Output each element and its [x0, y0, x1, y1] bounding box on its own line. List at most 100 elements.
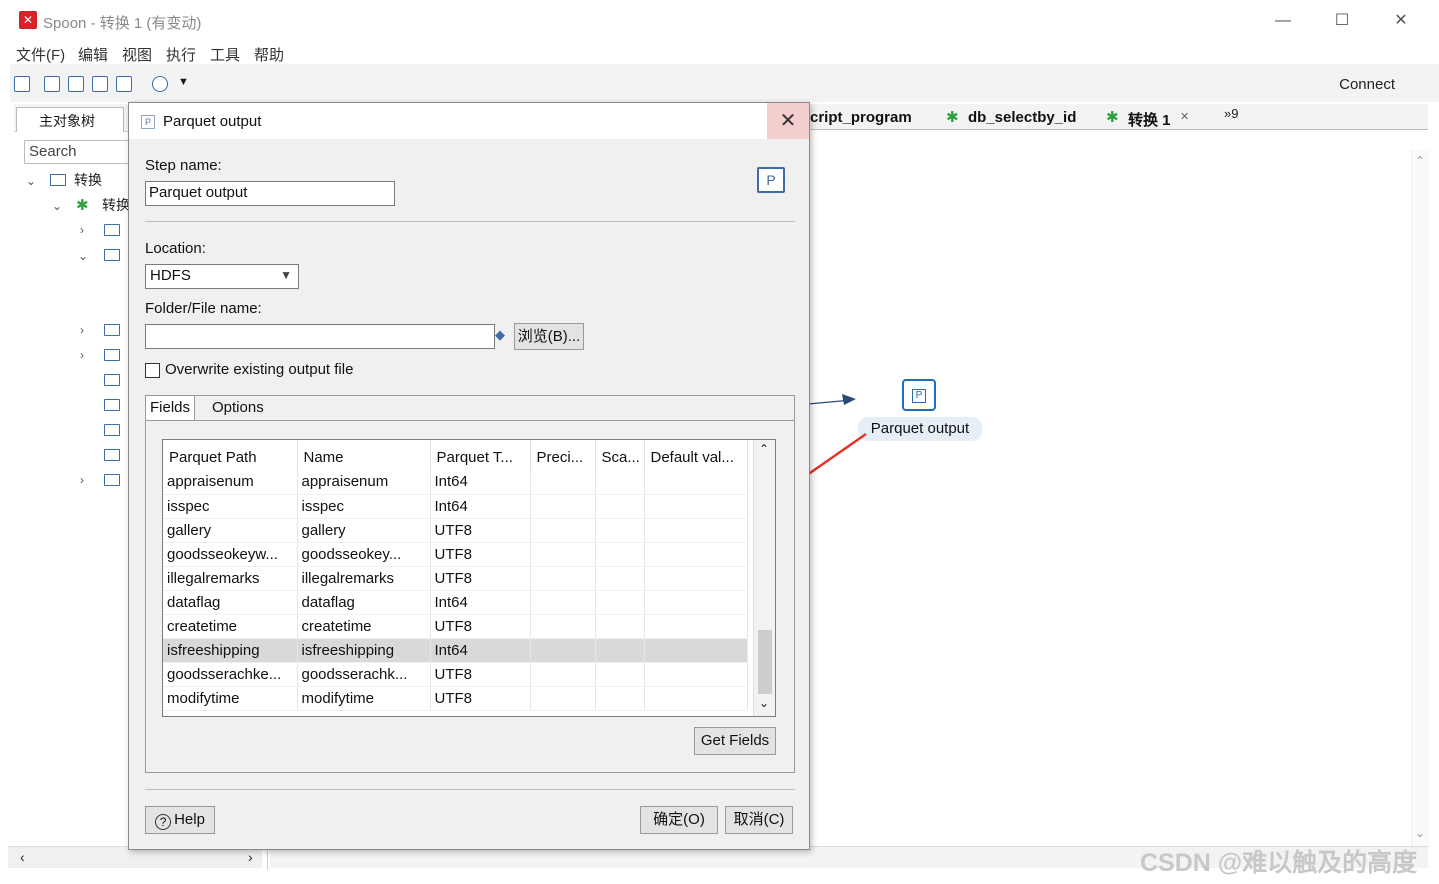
- scroll-up-icon[interactable]: ⌃: [1415, 154, 1425, 168]
- cancel-button[interactable]: 取消(C): [725, 806, 793, 834]
- tab-script-program[interactable]: cript_program: [810, 105, 912, 130]
- table-cell[interactable]: Int64: [430, 470, 531, 495]
- chevron-down-icon[interactable]: ⌄: [52, 200, 64, 212]
- fields-table[interactable]: Parquet Path Name Parquet T... Preci... …: [162, 439, 776, 717]
- table-cell[interactable]: gallery: [163, 518, 298, 543]
- table-cell[interactable]: illegalremarks: [163, 566, 298, 591]
- explore-icon[interactable]: [68, 76, 84, 92]
- table-cell[interactable]: [595, 590, 645, 615]
- table-cell[interactable]: UTF8: [430, 518, 531, 543]
- tab-transform-1[interactable]: 转换 1: [1128, 105, 1171, 130]
- col-parquet-path[interactable]: Parquet Path: [163, 440, 298, 470]
- parquet-output-step[interactable]: P: [902, 379, 936, 411]
- table-cell[interactable]: gallery: [297, 518, 431, 543]
- table-cell[interactable]: [644, 494, 748, 519]
- table-cell[interactable]: Int64: [430, 494, 531, 519]
- table-cell[interactable]: [530, 614, 596, 639]
- table-cell[interactable]: appraisenum: [163, 470, 298, 495]
- table-cell[interactable]: [644, 614, 748, 639]
- canvas-vertical-scrollbar[interactable]: ⌃ ⌄: [1411, 150, 1429, 848]
- table-cell[interactable]: [644, 470, 748, 495]
- chevron-right-icon[interactable]: ›: [80, 349, 92, 361]
- scroll-left-icon[interactable]: ‹: [20, 849, 25, 865]
- table-row[interactable]: dataflag dataflag Int64: [163, 590, 748, 615]
- table-cell[interactable]: Int64: [430, 638, 531, 663]
- table-cell[interactable]: goodsseokeyw...: [163, 542, 298, 567]
- scroll-down-icon[interactable]: ⌄: [1415, 826, 1425, 840]
- table-cell[interactable]: UTF8: [430, 686, 531, 711]
- table-cell[interactable]: [530, 470, 596, 495]
- scroll-up-icon[interactable]: ⌃: [759, 442, 769, 456]
- table-cell[interactable]: Int64: [430, 590, 531, 615]
- table-cell[interactable]: [530, 590, 596, 615]
- table-row[interactable]: goodsserachke... goodsserachk... UTF8: [163, 662, 748, 687]
- table-cell[interactable]: UTF8: [430, 566, 531, 591]
- open-file-icon[interactable]: [44, 76, 60, 92]
- close-icon[interactable]: ✕: [1390, 10, 1412, 32]
- table-cell[interactable]: [644, 518, 748, 543]
- table-cell[interactable]: appraisenum: [297, 470, 431, 495]
- tab-overflow[interactable]: »9: [1224, 106, 1238, 121]
- table-cell[interactable]: [595, 542, 645, 567]
- table-cell[interactable]: modifytime: [297, 686, 431, 711]
- tab-close-icon[interactable]: ✕: [1180, 110, 1189, 123]
- table-cell[interactable]: dataflag: [297, 590, 431, 615]
- tab-options[interactable]: Options: [208, 396, 268, 420]
- table-cell[interactable]: [644, 542, 748, 567]
- table-cell[interactable]: [530, 494, 596, 519]
- table-vertical-scrollbar[interactable]: ⌃ ⌄: [753, 440, 775, 716]
- chevron-down-icon[interactable]: ⌄: [26, 175, 38, 187]
- menu-edit[interactable]: 编辑: [78, 44, 108, 65]
- menu-help[interactable]: 帮助: [254, 44, 284, 65]
- layers-dropdown-icon[interactable]: ▼: [178, 76, 189, 88]
- table-row[interactable]: createtime createtime UTF8: [163, 614, 748, 639]
- table-cell[interactable]: [530, 542, 596, 567]
- tab-db-selectby-id[interactable]: db_selectby_id: [968, 105, 1076, 130]
- chevron-down-icon[interactable]: ⌄: [78, 250, 90, 262]
- table-cell[interactable]: isspec: [163, 494, 298, 519]
- menu-tools[interactable]: 工具: [210, 44, 240, 65]
- table-cell[interactable]: UTF8: [430, 542, 531, 567]
- table-cell[interactable]: [644, 566, 748, 591]
- maximize-icon[interactable]: ☐: [1331, 10, 1353, 32]
- col-precision[interactable]: Preci...: [530, 440, 596, 470]
- table-cell[interactable]: goodsserachk...: [297, 662, 431, 687]
- table-row[interactable]: modifytime modifytime UTF8: [163, 686, 748, 711]
- table-cell[interactable]: [595, 662, 645, 687]
- chevron-right-icon[interactable]: ›: [80, 224, 92, 236]
- col-default-value[interactable]: Default val...: [644, 440, 748, 470]
- table-row[interactable]: illegalremarks illegalremarks UTF8: [163, 566, 748, 591]
- table-cell[interactable]: isfreeshipping: [297, 638, 431, 663]
- browse-button[interactable]: 浏览(B)...: [514, 323, 584, 350]
- table-cell[interactable]: illegalremarks: [297, 566, 431, 591]
- tab-fields[interactable]: Fields: [146, 396, 196, 420]
- table-cell[interactable]: [644, 686, 748, 711]
- table-cell[interactable]: UTF8: [430, 662, 531, 687]
- table-cell[interactable]: [595, 686, 645, 711]
- table-cell[interactable]: dataflag: [163, 590, 298, 615]
- layers-icon[interactable]: [152, 76, 168, 92]
- table-cell[interactable]: isspec: [297, 494, 431, 519]
- table-row[interactable]: goodsseokeyw... goodsseokey... UTF8: [163, 542, 748, 567]
- save-as-icon[interactable]: [116, 76, 132, 92]
- scrollbar-thumb[interactable]: [758, 630, 772, 694]
- table-cell[interactable]: [644, 662, 748, 687]
- step-name-input[interactable]: Parquet output: [145, 181, 395, 206]
- table-cell[interactable]: [595, 614, 645, 639]
- table-cell[interactable]: [595, 518, 645, 543]
- table-cell[interactable]: [595, 470, 645, 495]
- overwrite-checkbox[interactable]: [145, 363, 160, 378]
- table-cell[interactable]: [644, 638, 748, 663]
- tab-main-object-tree[interactable]: 主对象树: [16, 107, 124, 132]
- menu-view[interactable]: 视图: [122, 44, 152, 65]
- col-name[interactable]: Name: [297, 440, 431, 470]
- table-row[interactable]: isfreeshipping isfreeshipping Int64: [163, 638, 748, 663]
- ok-button[interactable]: 确定(O): [640, 806, 718, 834]
- tree-root-label[interactable]: 转换: [74, 169, 102, 191]
- table-cell[interactable]: [530, 566, 596, 591]
- scroll-down-icon[interactable]: ⌄: [759, 696, 769, 710]
- table-cell[interactable]: [595, 638, 645, 663]
- minimize-icon[interactable]: —: [1272, 10, 1294, 32]
- tree-child-label[interactable]: 转换: [102, 194, 130, 216]
- table-row[interactable]: appraisenum appraisenum Int64: [163, 470, 748, 495]
